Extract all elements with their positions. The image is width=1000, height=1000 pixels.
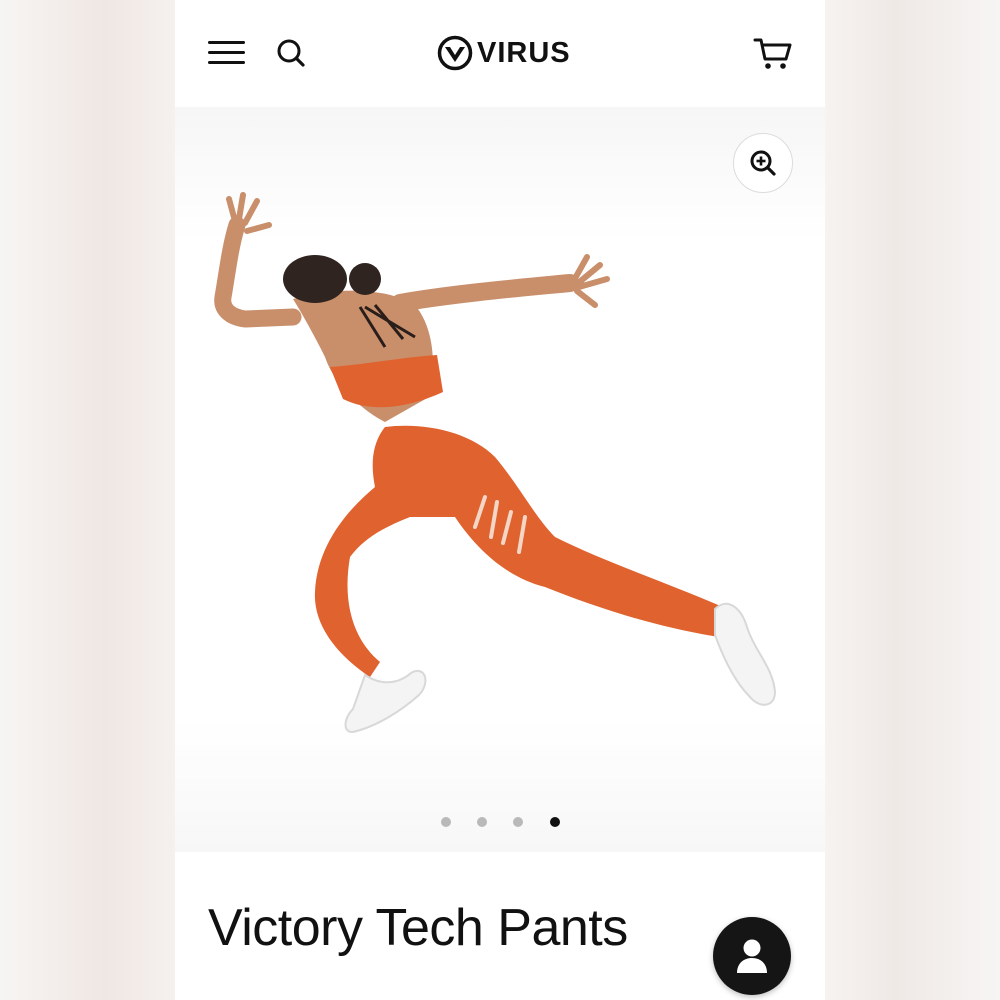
- hamburger-menu-icon[interactable]: [208, 41, 245, 65]
- background-right-blur: [825, 0, 1000, 1000]
- zoom-button[interactable]: [733, 133, 793, 193]
- product-title: Victory Tech Pants: [208, 899, 628, 957]
- carousel-dots: [175, 813, 825, 831]
- left-sneaker: [344, 670, 427, 733]
- carousel-dot-3[interactable]: [513, 817, 523, 827]
- product-photo: [214, 192, 777, 733]
- logo-text: VIRUS: [477, 36, 571, 69]
- background-left-blur: [0, 0, 175, 1000]
- zoom-in-icon: [750, 150, 776, 176]
- right-sneaker: [714, 602, 777, 706]
- search-icon[interactable]: [275, 37, 307, 69]
- user-icon: [737, 939, 767, 973]
- account-button[interactable]: [713, 917, 791, 995]
- product-image-gallery[interactable]: [175, 107, 825, 852]
- mobile-page: VIRUS Victory Tech Pants: [175, 0, 825, 1000]
- brand-logo[interactable]: VIRUS: [437, 33, 571, 73]
- carousel-dot-4[interactable]: [550, 817, 560, 827]
- site-header: VIRUS: [175, 0, 825, 107]
- carousel-dot-1[interactable]: [441, 817, 451, 827]
- cart-icon[interactable]: [753, 35, 793, 71]
- virus-logo-icon: [437, 35, 473, 71]
- carousel-dot-2[interactable]: [477, 817, 487, 827]
